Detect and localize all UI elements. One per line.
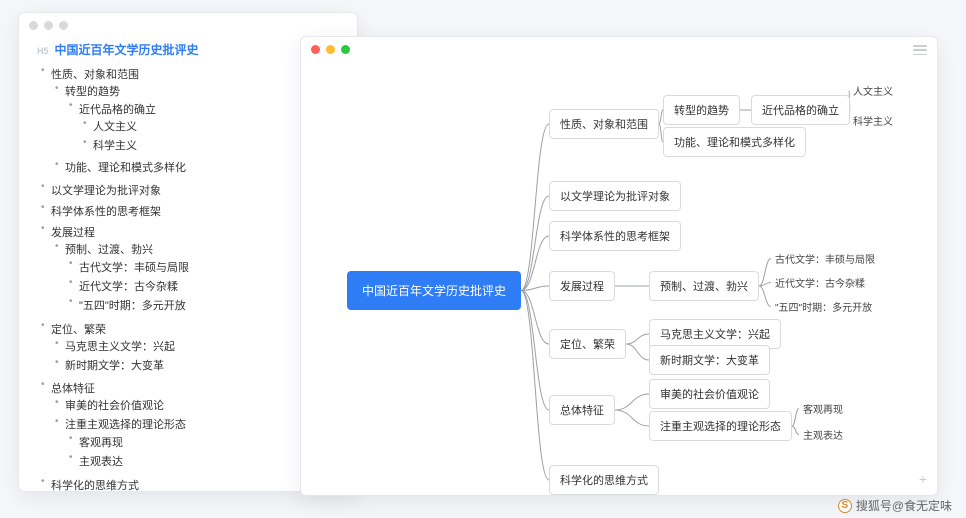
outline-item[interactable]: 以文学理论为批评对象 [51,180,339,199]
mindmap-leaf[interactable]: "五四"时期：多元开放 [771,297,876,316]
mindmap-node-l2[interactable]: 预制、过渡、勃兴 [649,271,759,301]
mindmap-node-l1[interactable]: 性质、对象和范围 [549,109,659,139]
outline-item[interactable]: 性质、对象和范围转型的趋势近代品格的确立人文主义科学主义功能、理论和模式多样化 [51,64,339,178]
mindmap-node-l2[interactable]: 转型的趋势 [663,95,740,125]
mindmap-leaf[interactable]: 客观再现 [799,399,847,418]
outline-item[interactable]: 转型的趋势近代品格的确立人文主义科学主义 [65,82,339,158]
trafficlight-max[interactable] [59,21,68,30]
mindmap-root[interactable]: 中国近百年文学历史批评史 [347,271,521,310]
mindmap-node-l1[interactable]: 以文学理论为批评对象 [549,181,681,211]
outline-item[interactable]: 科学体系性的思考框架 [51,201,339,220]
menu-icon[interactable] [913,45,927,55]
outline-item[interactable]: 审美的社会价值观论 [65,396,339,415]
trafficlight-min[interactable] [326,45,335,54]
watermark-text: 搜狐号@食无定味 [856,497,952,514]
outline-item[interactable]: 发展过程预制、过渡、勃兴古代文学：丰硕与局限近代文学：古今杂糅"五四"时期：多元… [51,222,339,317]
mindmap-node-l2[interactable]: 审美的社会价值观论 [649,379,770,409]
mindmap-leaf[interactable]: 近代文学：古今杂糅 [771,273,869,292]
mindmap-leaf[interactable]: 古代文学：丰硕与局限 [771,249,879,268]
mindmap-node-l1[interactable]: 发展过程 [549,271,615,301]
mindmap-node-l1[interactable]: 总体特征 [549,395,615,425]
watermark: S 搜狐号@食无定味 [838,497,952,514]
trafficlight-close[interactable] [311,45,320,54]
mindmap-node-l1[interactable]: 科学体系性的思考框架 [549,221,681,251]
mindmap-node-l2[interactable]: 功能、理论和模式多样化 [663,127,806,157]
sohu-logo-icon: S [838,499,852,513]
mindmap-leaf[interactable]: 主观表达 [799,425,847,444]
window-titlebar [301,37,937,61]
outline-item[interactable]: 注重主观选择的理论形态客观再现主观表达 [65,415,339,472]
trafficlight-close[interactable] [29,21,38,30]
add-button[interactable]: + [919,471,927,487]
outline-tree[interactable]: 性质、对象和范围转型的趋势近代品格的确立人文主义科学主义功能、理论和模式多样化以… [37,64,339,494]
mindmap-node-l2[interactable]: 新时期文学：大变革 [649,345,770,375]
trafficlight-max[interactable] [341,45,350,54]
trafficlight-min[interactable] [44,21,53,30]
mindmap-canvas[interactable]: 中国近百年文学历史批评史 性质、对象和范围以文学理论为批评对象科学体系性的思考框架… [301,61,937,495]
mindmap-leaf[interactable]: 人文主义 [849,81,897,100]
mindmap-node-l3[interactable]: 近代品格的确立 [751,95,850,125]
outline-item[interactable]: 科学化的思维方式 [51,475,339,494]
mindmap-node-l1[interactable]: 科学化的思维方式 [549,465,659,495]
outline-item[interactable]: 新时期文学：大变革 [65,356,339,375]
outline-item[interactable]: 马克思主义文学：兴起 [65,337,339,356]
outline-item[interactable]: 预制、过渡、勃兴古代文学：丰硕与局限近代文学：古今杂糅"五四"时期：多元开放 [65,240,339,316]
outline-title-text: 中国近百年文学历史批评史 [55,43,199,57]
mindmap-node-l2[interactable]: 注重主观选择的理论形态 [649,411,792,441]
outline-item[interactable]: 总体特征审美的社会价值观论注重主观选择的理论形态客观再现主观表达 [51,378,339,473]
outline-item[interactable]: 功能、理论和模式多样化 [65,158,339,177]
window-titlebar [19,13,357,37]
mindmap-node-l1[interactable]: 定位、繁荣 [549,329,626,359]
outline-title[interactable]: H5 中国近百年文学历史批评史 [37,41,339,58]
outline-item[interactable]: 定位、繁荣马克思主义文学：兴起新时期文学：大变革 [51,319,339,376]
heading-tag: H5 [37,46,49,56]
mindmap-window: 中国近百年文学历史批评史 性质、对象和范围以文学理论为批评对象科学体系性的思考框架… [300,36,938,496]
mindmap-leaf[interactable]: 科学主义 [849,111,897,130]
